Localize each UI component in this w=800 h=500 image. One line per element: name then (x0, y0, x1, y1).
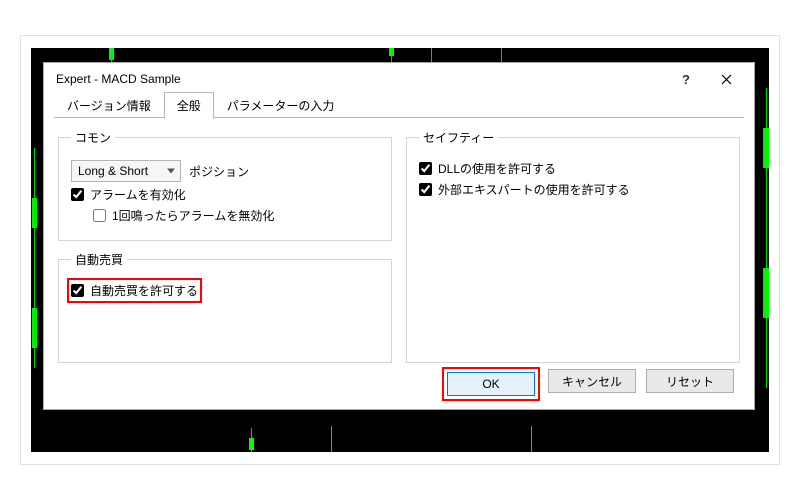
ok-highlight: OK (444, 369, 538, 399)
allow-ext-expert-label: 外部エキスパートの使用を許可する (438, 181, 630, 198)
alarm-disable-after-one-checkbox[interactable]: 1回鳴ったらアラームを無効化 (93, 207, 274, 224)
chart-candle (249, 438, 254, 450)
right-column: セイフティー DLLの使用を許可する 外部エキスパートの使用 (406, 129, 740, 363)
help-button[interactable]: ? (666, 65, 706, 93)
alarm-enable-label: アラームを有効化 (90, 186, 186, 203)
reset-button-label: リセット (666, 375, 714, 389)
row-autotrade-allow: 自動売買を許可する (71, 282, 379, 299)
titlebar: Expert - MACD Sample ? (44, 63, 754, 95)
chart-wick (331, 426, 332, 452)
alarm-disable-after-one-input[interactable] (93, 209, 106, 222)
tab-parameters[interactable]: パラメーターの入力 (214, 92, 348, 118)
autotrade-allow-label: 自動売買を許可する (90, 282, 198, 299)
allow-ext-expert-checkbox[interactable]: 外部エキスパートの使用を許可する (419, 181, 630, 198)
group-safety: セイフティー DLLの使用を許可する 外部エキスパートの使用 (406, 129, 740, 363)
alarm-disable-after-one-label: 1回鳴ったらアラームを無効化 (112, 207, 274, 224)
group-autotrade: 自動売買 自動売買を許可する (58, 251, 392, 363)
chart-background: Expert - MACD Sample ? バージョン情報 全般 (31, 48, 769, 452)
ok-button[interactable]: OK (447, 372, 535, 396)
tab-general[interactable]: 全般 (164, 92, 214, 119)
reset-button[interactable]: リセット (646, 369, 734, 393)
alarm-enable-checkbox[interactable]: アラームを有効化 (71, 186, 186, 203)
group-common-label: コモン (71, 129, 115, 146)
dialog-client: コモン Long & Short ポジション (44, 119, 754, 409)
group-autotrade-label: 自動売買 (71, 251, 127, 268)
row-alarm-disable-after-one: 1回鳴ったらアラームを無効化 (71, 207, 379, 224)
tab-version-info[interactable]: バージョン情報 (54, 92, 164, 118)
cancel-button-label: キャンセル (562, 375, 622, 389)
allow-dll-label: DLLの使用を許可する (438, 160, 556, 177)
row-allow-ext-expert: 外部エキスパートの使用を許可する (419, 181, 727, 198)
close-icon (721, 74, 732, 85)
row-allow-dll: DLLの使用を許可する (419, 160, 727, 177)
chart-wick (531, 426, 532, 452)
allow-ext-expert-input[interactable] (419, 183, 432, 196)
tab-label: 全般 (177, 99, 201, 113)
left-column: コモン Long & Short ポジション (58, 129, 392, 363)
dialog-title: Expert - MACD Sample (56, 72, 666, 86)
chart-candle (763, 268, 769, 318)
chart-candle (763, 128, 769, 168)
ok-button-label: OK (482, 377, 499, 391)
outer-frame: Expert - MACD Sample ? バージョン情報 全般 (20, 35, 780, 465)
row-alarm-enable: アラームを有効化 (71, 186, 379, 203)
tabstrip: バージョン情報 全般 パラメーターの入力 (44, 95, 754, 119)
allow-dll-input[interactable] (419, 162, 432, 175)
button-row: OK キャンセル リセット (58, 363, 740, 401)
position-select-wrap: Long & Short (71, 160, 181, 182)
position-select[interactable]: Long & Short (71, 160, 181, 182)
chart-candle (389, 48, 394, 56)
columns: コモン Long & Short ポジション (58, 129, 740, 363)
alarm-enable-input[interactable] (71, 188, 84, 201)
row-position: Long & Short ポジション (71, 160, 379, 182)
tab-label: バージョン情報 (67, 99, 151, 113)
allow-dll-checkbox[interactable]: DLLの使用を許可する (419, 160, 556, 177)
autotrade-allow-input[interactable] (71, 284, 84, 297)
help-icon: ? (682, 72, 690, 87)
chart-candle (32, 308, 37, 348)
group-safety-label: セイフティー (419, 129, 498, 146)
expert-dialog: Expert - MACD Sample ? バージョン情報 全般 (43, 62, 755, 410)
tab-label: パラメーターの入力 (227, 99, 335, 113)
chart-candle (109, 48, 114, 60)
chart-candle (32, 198, 37, 228)
position-label: ポジション (189, 163, 249, 180)
autotrade-allow-checkbox[interactable]: 自動売買を許可する (71, 282, 198, 299)
cancel-button[interactable]: キャンセル (548, 369, 636, 393)
close-button[interactable] (706, 65, 746, 93)
group-common: コモン Long & Short ポジション (58, 129, 392, 241)
